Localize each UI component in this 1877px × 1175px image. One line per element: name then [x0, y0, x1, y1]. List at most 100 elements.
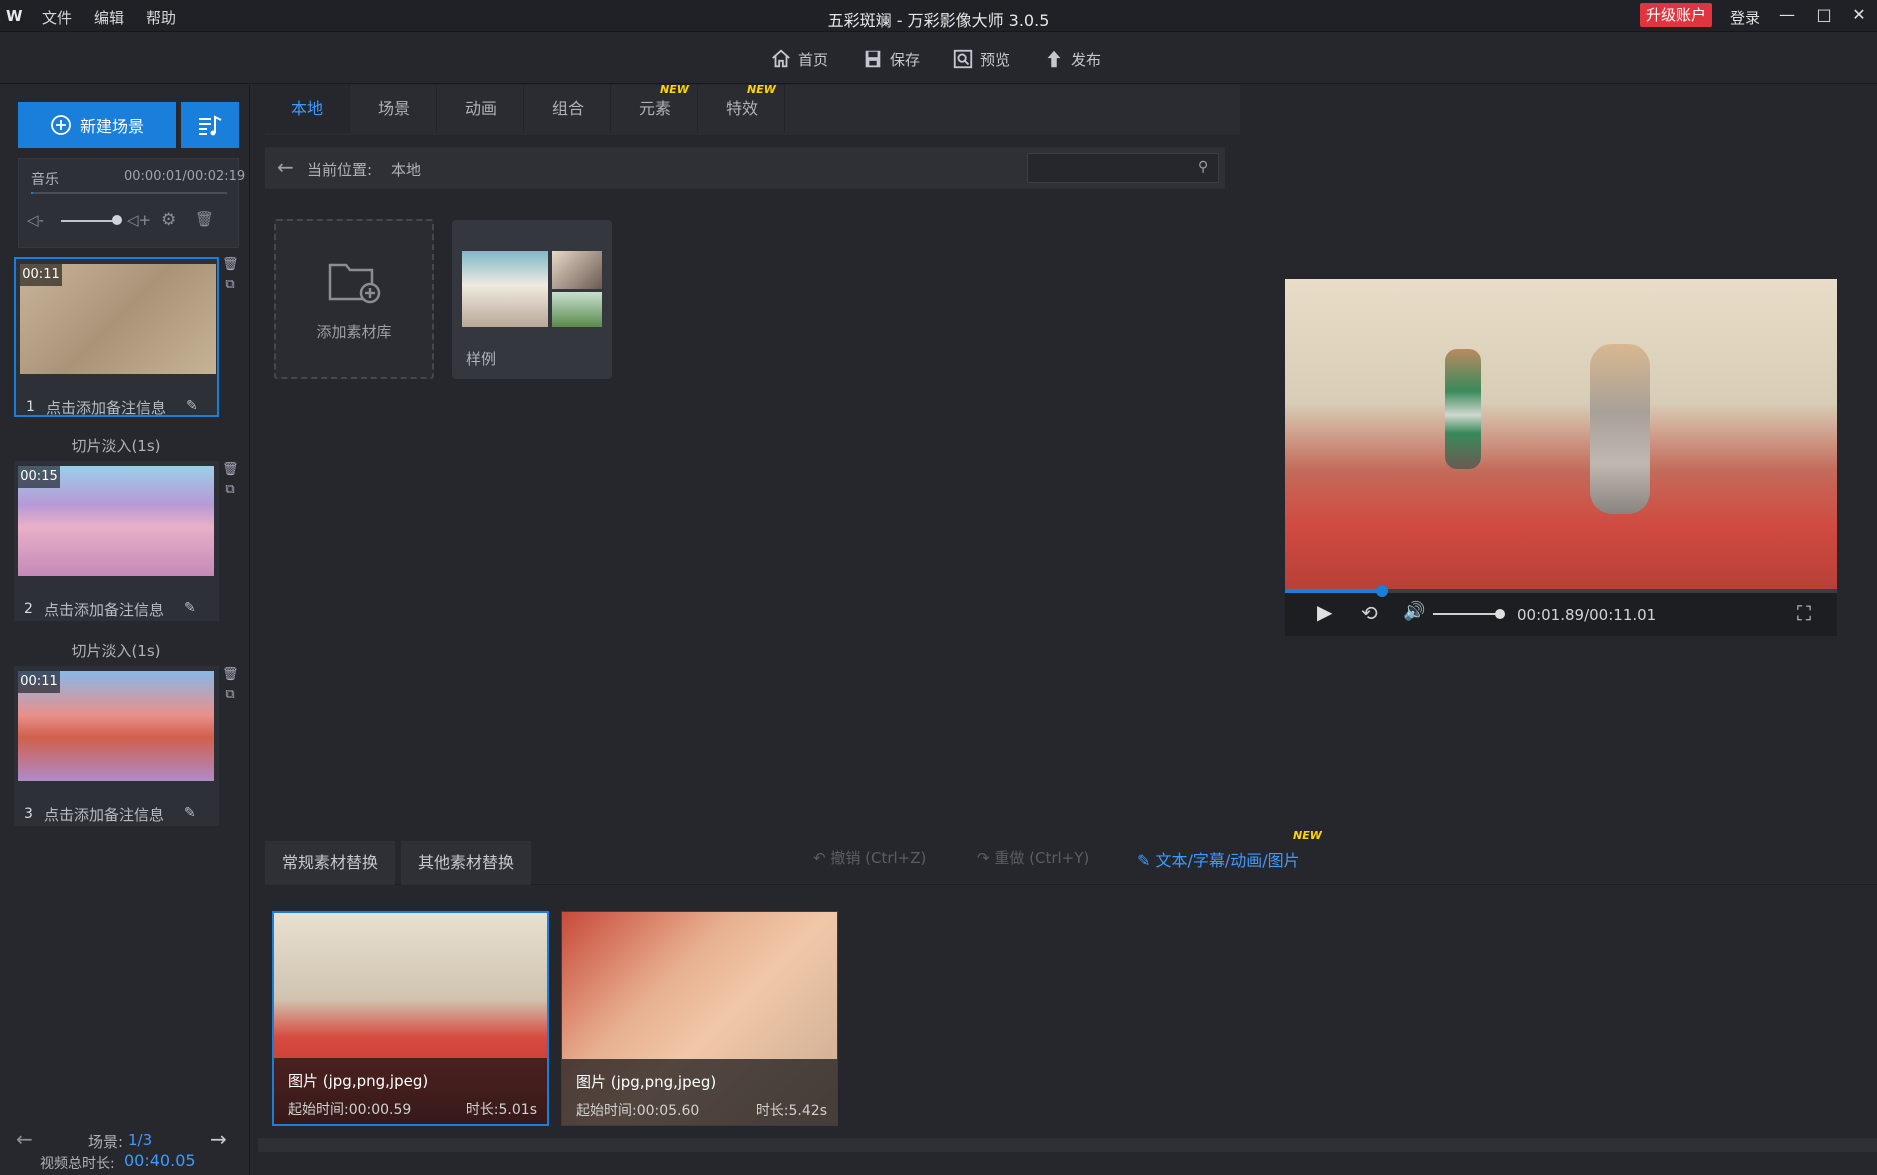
- path-value[interactable]: 本地: [391, 159, 421, 180]
- preview-icon: [953, 49, 973, 69]
- scene-count-label: 场景:: [88, 1133, 124, 1151]
- window-title: 五彩斑斓 - 万彩影像大师 3.0.5: [827, 11, 1050, 30]
- music-list-icon: [199, 115, 222, 136]
- redo-button[interactable]: ↷ 重做 (Ctrl+Y): [977, 847, 1089, 868]
- upgrade-button[interactable]: 升级账户: [1640, 3, 1712, 27]
- folder-preview-image: [552, 292, 602, 327]
- scene-count-value: 1/3: [128, 1131, 153, 1149]
- trash-icon[interactable]: 🗑: [222, 255, 239, 275]
- login-button[interactable]: 登录: [1730, 7, 1760, 28]
- pencil-icon[interactable]: ✎: [186, 398, 198, 414]
- add-library-label: 添加素材库: [316, 323, 392, 341]
- folder-preview-image: [462, 251, 548, 327]
- copy-icon[interactable]: ⧉: [222, 275, 238, 295]
- pencil-icon[interactable]: ✎: [184, 600, 196, 616]
- tab-animation[interactable]: 动画: [439, 85, 524, 133]
- preview-volume-handle[interactable]: [1495, 609, 1505, 619]
- preview-progress-fill: [1285, 589, 1379, 593]
- text-tool-label: 文本/字幕/动画/图片: [1155, 851, 1300, 870]
- save-label: 保存: [890, 50, 921, 69]
- fullscreen-icon[interactable]: ⛶: [1797, 601, 1811, 625]
- trash-icon[interactable]: 🗑: [195, 210, 214, 228]
- volume-down-icon[interactable]: ◁-: [27, 211, 44, 229]
- music-settings-button[interactable]: [181, 102, 239, 148]
- text-tool-button[interactable]: ✎ 文本/字幕/动画/图片: [1137, 847, 1300, 871]
- scene-number: 3: [24, 806, 33, 822]
- minimize-button[interactable]: —: [1774, 3, 1800, 27]
- scene-note[interactable]: 点击添加备注信息: [44, 599, 164, 620]
- scene-card-2[interactable]: 00:15 2 点击添加备注信息 ✎: [14, 461, 219, 621]
- home-button[interactable]: 首页: [770, 45, 828, 73]
- undo-label: 撤销 (Ctrl+Z): [830, 849, 927, 867]
- sample-folder[interactable]: 样例: [452, 220, 612, 379]
- tab-regular-replace[interactable]: 常规素材替换: [265, 841, 395, 885]
- folder-add-icon: [328, 263, 381, 304]
- add-library-button[interactable]: 添加素材库: [274, 219, 434, 379]
- scene-navigation: ← 场景: 1/3 → 视频总时长: 00:40.05: [0, 1125, 250, 1175]
- trash-icon[interactable]: 🗑: [222, 665, 239, 685]
- new-scene-label: 新建场景: [79, 117, 144, 136]
- music-label: 音乐: [31, 172, 59, 188]
- music-track: 音乐 00:00:01/00:02:19 ◁- ◁+ ⚙ 🗑: [18, 158, 245, 248]
- horizontal-scrollbar[interactable]: [258, 1138, 1877, 1152]
- scene-note[interactable]: 点击添加备注信息: [46, 397, 166, 418]
- play-icon[interactable]: ▶: [1317, 600, 1332, 624]
- trash-icon[interactable]: 🗑: [222, 460, 239, 480]
- music-progress-bar[interactable]: [31, 192, 227, 194]
- tab-local[interactable]: 本地: [265, 85, 350, 133]
- pencil-icon[interactable]: ✎: [184, 805, 196, 821]
- close-button[interactable]: ✕: [1846, 3, 1872, 27]
- search-icon[interactable]: ⚲: [1198, 159, 1208, 175]
- gear-icon[interactable]: ⚙: [161, 210, 176, 230]
- media-card-1[interactable]: 图片 (jpg,png,jpeg) 起始时间:00:00.59 时长:5.01s: [272, 911, 549, 1126]
- search-box[interactable]: ⚲: [1027, 153, 1219, 183]
- scene-transition[interactable]: 切片淡入(1s): [0, 640, 232, 661]
- volume-up-icon[interactable]: ◁+: [127, 211, 151, 229]
- tab-combo[interactable]: 组合: [526, 85, 611, 133]
- preview-progress-bar[interactable]: [1285, 589, 1837, 593]
- new-scene-button[interactable]: 新建场景: [18, 102, 176, 148]
- arrow-right-icon[interactable]: →: [210, 1127, 227, 1151]
- preview-volume-slider[interactable]: [1433, 613, 1499, 615]
- tab-other-replace[interactable]: 其他素材替换: [401, 841, 531, 885]
- music-time: 00:00:01/00:02:19: [124, 169, 246, 184]
- media-card-2[interactable]: 图片 (jpg,png,jpeg) 起始时间:00:05.60 时长:5.42s: [561, 911, 838, 1126]
- menu-help[interactable]: 帮助: [146, 7, 176, 28]
- new-badge: NEW: [660, 83, 689, 96]
- undo-button[interactable]: ↶ 撤销 (Ctrl+Z): [813, 847, 926, 868]
- preview-frame: [1285, 279, 1837, 589]
- back-arrow-icon[interactable]: ←: [277, 155, 294, 179]
- folder-name: 样例: [466, 350, 497, 368]
- save-icon: [865, 50, 881, 68]
- home-icon: [772, 49, 790, 68]
- music-volume-slider[interactable]: [61, 220, 117, 222]
- scene-panel: 新建场景 音乐 00:00:01/00:02:19 ◁- ◁+ ⚙ 🗑 00:1…: [0, 85, 250, 1175]
- copy-icon[interactable]: ⧉: [222, 480, 238, 500]
- replay-icon[interactable]: ⟲: [1361, 601, 1378, 625]
- preview-button[interactable]: 预览: [952, 45, 1010, 73]
- undo-icon: ↶: [813, 849, 831, 867]
- scene-transition[interactable]: 切片淡入(1s): [0, 435, 232, 456]
- volume-icon[interactable]: 🔊: [1403, 601, 1425, 622]
- library-tabs: 本地 场景 动画 组合 元素 特效 NEW NEW: [265, 83, 1240, 135]
- child-figure: [1445, 349, 1481, 469]
- music-volume-handle[interactable]: [112, 215, 122, 225]
- preview-time: 00:01.89/00:11.01: [1517, 606, 1657, 624]
- menu-edit[interactable]: 编辑: [94, 7, 124, 28]
- media-start-time: 起始时间:00:00.59: [288, 1102, 412, 1118]
- arrow-left-icon[interactable]: ←: [16, 1127, 33, 1151]
- search-input[interactable]: [1032, 157, 1190, 179]
- publish-button[interactable]: 发布: [1043, 45, 1101, 73]
- scene-duration-badge: 00:11: [20, 264, 62, 286]
- save-button[interactable]: 保存: [862, 45, 920, 73]
- copy-icon[interactable]: ⧉: [222, 685, 238, 705]
- menu-file[interactable]: 文件: [42, 7, 72, 28]
- media-type: 图片 (jpg,png,jpeg): [576, 1073, 717, 1091]
- tab-scene[interactable]: 场景: [352, 85, 437, 133]
- scene-card-3[interactable]: 00:11 3 点击添加备注信息 ✎: [14, 666, 219, 826]
- scene-duration-badge: 00:11: [18, 671, 60, 693]
- maximize-button[interactable]: □: [1811, 3, 1837, 27]
- scene-card-1[interactable]: 00:11 1 点击添加备注信息 ✎: [14, 257, 219, 417]
- preview-progress-handle[interactable]: [1376, 585, 1388, 597]
- scene-note[interactable]: 点击添加备注信息: [44, 804, 164, 825]
